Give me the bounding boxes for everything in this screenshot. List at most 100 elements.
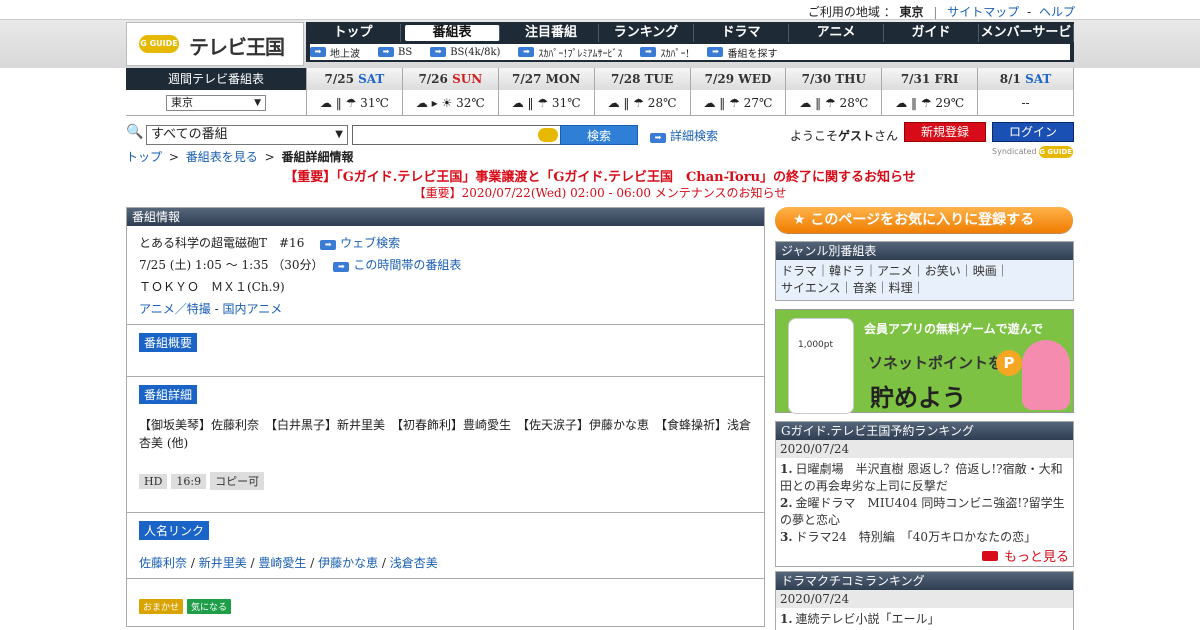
person-link[interactable]: 新井里美: [199, 556, 247, 570]
nav-tab-7[interactable]: メンバーサービス: [979, 24, 1074, 58]
summary-label: 番組概要: [139, 333, 198, 352]
ad-line1: 会員アプリの無料ゲームで遊んで: [864, 322, 1044, 336]
nav-sub-item-1[interactable]: ➡ BS: [378, 47, 412, 58]
day-column[interactable]: 7/28 TUE ☁ ‖ ☂ 28℃: [593, 68, 690, 116]
search-input[interactable]: [352, 125, 562, 145]
nav-sub-item-5[interactable]: ➡ 番組を探す: [707, 45, 777, 60]
nav-tab-4[interactable]: ドラマ: [694, 24, 789, 42]
genre-links-row2[interactable]: サイエンス｜音楽｜料理｜: [781, 280, 1068, 297]
format-badge: 16:9: [171, 474, 207, 489]
ranking-item[interactable]: 3. ドラマ24 特別編 「40万キロかなたの恋」: [780, 529, 1069, 546]
day-of-week: SAT: [1025, 72, 1052, 86]
more-label: もっと見る: [1003, 550, 1069, 565]
people-sep: /: [246, 556, 259, 570]
interested-button[interactable]: 気になる: [187, 599, 232, 614]
bear-mascot-icon: [1022, 340, 1070, 410]
login-button[interactable]: ログイン: [992, 122, 1074, 142]
ranking-item[interactable]: 1. 日曜劇場 半沢直樹 恩返し？倍返し!?宿敵・大和田との再会卑劣な上司に反撃だ: [780, 461, 1069, 495]
web-search-label: ウェブ検索: [340, 236, 401, 250]
time-slot-link[interactable]: ➡ この時間帯の番組表: [333, 258, 461, 272]
nav-sub-item-3[interactable]: ➡ ｽｶﾊﾟｰ!ﾌﾟﾚﾐｱﾑｻｰﾋﾞｽ: [518, 45, 622, 60]
weather-forecast: ☁ ‖ ☂ 27℃: [690, 90, 786, 116]
genre-sub-link[interactable]: 国内アニメ: [222, 302, 282, 316]
weather-forecast: ☁ ‖ ☂ 28℃: [594, 90, 690, 116]
nav-sub-item-4[interactable]: ➡ ｽｶﾊﾟｰ!: [640, 45, 689, 60]
ranking-number: 2.: [780, 496, 793, 510]
arrow-right-icon: ➡: [333, 262, 350, 272]
nav-tab-2[interactable]: 注目番組: [504, 24, 599, 42]
region-label: ご利用の地域 ：: [807, 5, 896, 19]
ad-banner[interactable]: 1,000pt 会員アプリの無料ゲームで遊んで ソネットポイントを 貯めよう P: [775, 309, 1074, 414]
person-link[interactable]: 佐藤利奈: [139, 556, 187, 570]
day-label: 7/26 SUN: [402, 68, 498, 90]
weather-forecast: ☁ ‖ ☂ 31℃: [498, 90, 594, 116]
sidebar: ★ このページをお気に入りに登録する ジャンル別番組表 ドラマ｜韓ドラ｜アニメ｜…: [775, 207, 1075, 630]
nav-sub-item-2[interactable]: ➡ BS(4k/8k): [430, 47, 500, 58]
breadcrumb-top[interactable]: トップ: [126, 150, 162, 164]
weather-forecast: ☁ ‖ ☂ 28℃: [786, 90, 882, 116]
web-search-link[interactable]: ➡ ウェブ検索: [320, 236, 400, 250]
day-column[interactable]: 8/1 SAT --: [977, 68, 1074, 116]
ranking-title-text: 日曜劇場 半沢直樹 恩返し？倍返し!?宿敵・大和田との再会卑劣な上司に反撃だ: [780, 462, 1063, 493]
welcome-post: さん: [874, 129, 899, 143]
site-logo[interactable]: G GUIDE テレビ王国: [126, 22, 304, 66]
add-favorite-button[interactable]: ★ このページをお気に入りに登録する: [775, 207, 1073, 233]
day-column[interactable]: 7/30 THU ☁ ‖ ☂ 28℃: [785, 68, 882, 116]
gguide-badge: G GUIDE: [139, 35, 179, 53]
format-badges: HD 16:9 コピー可: [139, 472, 752, 490]
day-of-week: SAT: [358, 72, 385, 86]
day-label: 8/1 SAT: [978, 68, 1073, 90]
maintenance-notice-link[interactable]: 【重要】2020/07/22(Wed) 02:00 - 06:00 メンテナンス…: [0, 184, 1200, 201]
day-column[interactable]: 7/27 MON ☁ ‖ ☂ 31℃: [497, 68, 594, 116]
day-of-week: WED: [738, 72, 772, 86]
region-select[interactable]: 東京 ▼: [166, 95, 266, 111]
advanced-search-link[interactable]: ➡ 詳細検索: [650, 127, 718, 144]
separator: |: [933, 5, 938, 19]
ranking-title-text: 金曜ドラマ MIU404 同時コンビニ強盗!?留学生の夢と恋心: [780, 496, 1065, 527]
ranking-item[interactable]: 2. 金曜ドラマ MIU404 同時コンビニ強盗!?留学生の夢と恋心: [780, 495, 1069, 529]
nav-tab-5[interactable]: アニメ: [789, 24, 884, 42]
breadcrumb-listing[interactable]: 番組表を見る: [186, 150, 258, 164]
person-link[interactable]: 浅倉杏美: [390, 556, 438, 570]
person-link[interactable]: 豊崎愛生: [258, 556, 306, 570]
search-category-select[interactable]: すべての番組 ▼: [146, 125, 348, 145]
search-row: 🔍 すべての番組 ▼ 検索 ➡ 詳細検索 ようこそゲストさん 新規登録 ログイン: [126, 122, 1074, 146]
breadcrumb: トップ > 番組表を見る > 番組詳細情報: [126, 148, 353, 165]
omakase-button[interactable]: おまかせ: [139, 599, 184, 614]
search-category-value: すべての番組: [151, 127, 228, 142]
genre-links-row1[interactable]: ドラマ｜韓ドラ｜アニメ｜お笑い｜映画｜: [781, 263, 1068, 280]
search-button[interactable]: 検索: [560, 125, 638, 145]
nav-tab-1[interactable]: 番組表: [405, 25, 500, 41]
ranking-number: 3.: [780, 530, 793, 544]
day-column[interactable]: 7/26 SUN ☁ ▸ ☀ 32℃: [401, 68, 498, 116]
important-notice-link[interactable]: 【重要】「Gガイド.テレビ王国」事業譲渡と「Gガイド.テレビ王国 Chan-To…: [0, 166, 1200, 185]
sitemap-link[interactable]: サイトマップ: [947, 5, 1019, 19]
day-date: 7/28: [610, 72, 645, 86]
ranking-item[interactable]: 1. 連続テレビ小説「エール」: [780, 611, 1069, 628]
day-column[interactable]: 7/25 SAT ☁ ‖ ☂ 31℃: [306, 68, 402, 116]
chevron-down-icon: ▼: [254, 98, 261, 108]
genre-main-link[interactable]: アニメ／特撮: [139, 302, 211, 316]
day-column[interactable]: 7/29 WED ☁ ‖ ☂ 27℃: [689, 68, 786, 116]
person-link[interactable]: 伊藤かな恵: [318, 556, 378, 570]
day-label: 7/31 FRI: [882, 68, 978, 90]
nav-tab-3[interactable]: ランキング: [599, 24, 694, 42]
day-column[interactable]: 7/31 FRI ☁ ‖ ☂ 29℃: [881, 68, 978, 116]
help-link[interactable]: ヘルプ: [1039, 5, 1075, 19]
day-date: 7/27: [512, 72, 546, 86]
ranking-title-text: 連続テレビ小説「エール」: [795, 612, 940, 626]
day-label: 7/25 SAT: [307, 68, 402, 90]
day-date: 7/29: [704, 72, 739, 86]
reservation-ranking-box: Gガイド.テレビ王国予約ランキング 2020/07/24 1. 日曜劇場 半沢直樹…: [775, 421, 1074, 567]
day-date: 8/1: [999, 72, 1026, 86]
genre-box-title: ジャンル別番組表: [776, 242, 1073, 260]
detail-text: 【御坂美琴】佐藤利奈 【白井黒子】新井里美 【初春飾利】豊崎愛生 【佐天涙子】伊…: [139, 418, 752, 450]
search-icon: 🔍: [126, 124, 144, 140]
program-channel: ＴＯＫＹＯ ＭＸ１(Ch.9): [139, 280, 285, 294]
nav-tab-6[interactable]: ガイド: [884, 24, 979, 42]
register-button[interactable]: 新規登録: [904, 122, 986, 142]
more-link[interactable]: もっと見る: [981, 550, 1069, 565]
action-buttons: おまかせ 気になる: [127, 578, 764, 622]
nav-sub-item-0[interactable]: ➡ 地上波: [310, 45, 360, 60]
nav-tab-0[interactable]: トップ: [306, 24, 401, 42]
